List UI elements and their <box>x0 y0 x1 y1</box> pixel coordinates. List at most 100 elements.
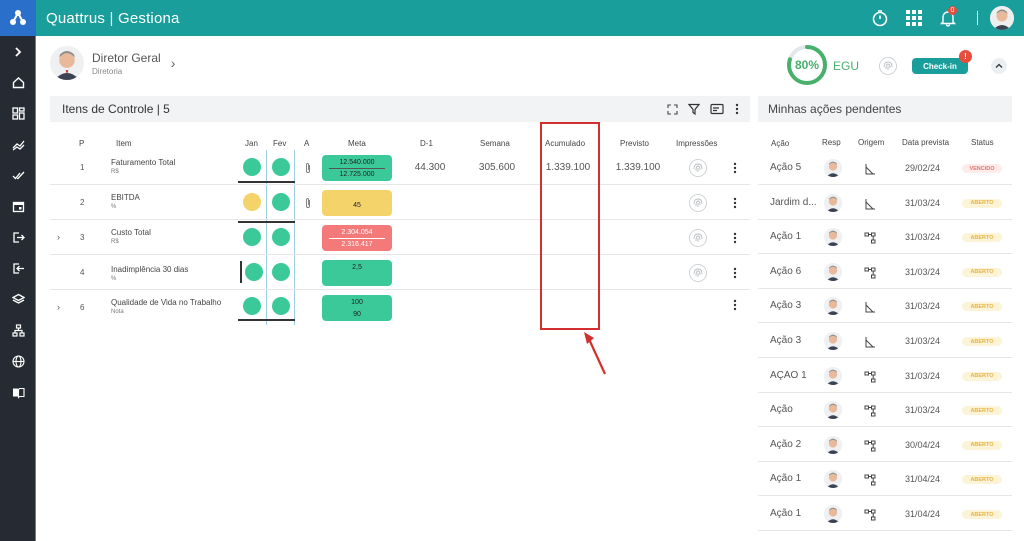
sidebar-item-globe[interactable] <box>0 346 36 377</box>
action-name[interactable]: Ação 1 <box>770 508 816 519</box>
status-dot-fev[interactable] <box>272 297 290 315</box>
more-vertical-icon[interactable] <box>732 267 738 279</box>
meta-box[interactable]: 45 <box>322 190 392 216</box>
row-item-name[interactable]: Faturamento Total <box>111 158 175 167</box>
action-row[interactable]: Ação 1 31/04/24 ABERTO <box>758 497 1012 531</box>
action-name[interactable]: Ação 5 <box>770 162 816 173</box>
card-view-icon[interactable] <box>710 103 724 115</box>
action-row[interactable]: Ação 1 31/03/24 ABERTO <box>758 220 1012 255</box>
action-due-date: 31/03/24 <box>905 301 941 312</box>
status-dot-fev[interactable] <box>272 228 290 246</box>
column-header-status: Status <box>971 138 994 147</box>
top-user-avatar[interactable] <box>990 6 1014 30</box>
action-row[interactable]: Ação 3 31/03/24 ABERTO <box>758 289 1012 324</box>
sidebar-item-dashboard[interactable] <box>0 98 36 129</box>
table-row[interactable]: 4 Inadimplência 30 dias % 2,5 <box>50 256 750 290</box>
more-vertical-icon[interactable] <box>732 162 738 174</box>
fingerprint-icon[interactable] <box>689 264 707 282</box>
action-origin <box>864 473 876 486</box>
action-name[interactable]: Ação 2 <box>770 439 816 450</box>
meta-box[interactable]: 100 90 <box>322 295 392 321</box>
action-row[interactable]: Ação 1 31/04/24 ABERTO <box>758 462 1012 497</box>
sidebar-item-layers[interactable] <box>0 284 36 315</box>
action-name[interactable]: Ação 1 <box>770 231 816 242</box>
fingerprint-icon[interactable] <box>689 194 707 212</box>
expand-row-button[interactable]: › <box>57 232 60 242</box>
more-vertical-icon[interactable] <box>732 197 738 209</box>
action-name[interactable]: Ação 3 <box>770 335 816 346</box>
table-row[interactable]: 2 EBITDA % 45 <box>50 186 750 220</box>
action-origin <box>864 404 876 417</box>
sidebar-expand[interactable] <box>0 36 36 67</box>
paperclip-icon[interactable] <box>304 162 312 174</box>
stopwatch-button[interactable] <box>863 0 897 36</box>
meta-box[interactable]: 12.540.000 12.725.000 <box>322 155 392 181</box>
more-vertical-icon[interactable] <box>732 299 738 311</box>
action-name[interactable]: AÇÃO 1 <box>770 370 816 381</box>
avatar-icon <box>824 401 842 420</box>
chevron-up-icon <box>995 63 1003 68</box>
stopwatch-icon <box>872 10 888 27</box>
action-row[interactable]: Ação 6 31/03/24 ABERTO <box>758 255 1012 289</box>
action-name[interactable]: Ação 6 <box>770 266 816 277</box>
status-dot-jan[interactable] <box>245 263 263 281</box>
action-row[interactable]: Jardim d... 31/03/24 ABERTO <box>758 186 1012 220</box>
status-dot-fev[interactable] <box>272 263 290 281</box>
app-logo[interactable] <box>0 0 36 36</box>
apps-grid-button[interactable] <box>897 0 931 36</box>
status-dot-jan[interactable] <box>243 297 261 315</box>
action-row[interactable]: Ação 31/03/24 ABERTO <box>758 393 1012 428</box>
status-dot-jan[interactable] <box>243 158 261 176</box>
action-row[interactable]: Ação 3 31/03/24 ABERTO <box>758 324 1012 358</box>
sidebar-item-import[interactable] <box>0 253 36 284</box>
sidebar-item-checks[interactable] <box>0 160 36 191</box>
status-dot-jan[interactable] <box>243 193 261 211</box>
table-row[interactable]: › 6 Qualidade de Vida no Trabalho Nota 1… <box>50 291 750 325</box>
sidebar-item-hierarchy[interactable] <box>0 315 36 346</box>
meta-box[interactable]: 2.304.054 2.316.417 <box>322 225 392 251</box>
action-name[interactable]: Ação 3 <box>770 300 816 311</box>
sidebar-item-export[interactable] <box>0 222 36 253</box>
more-vertical-icon[interactable] <box>732 232 738 244</box>
action-row[interactable]: Ação 2 30/04/24 ABERTO <box>758 428 1012 462</box>
action-name[interactable]: Ação <box>770 404 816 415</box>
analysis-icon <box>865 337 875 348</box>
fingerprint-icon[interactable] <box>689 159 707 177</box>
table-row[interactable]: 1 Faturamento Total R$ 12.540.000 12.725… <box>50 151 750 185</box>
row-item-name[interactable]: Custo Total <box>111 228 151 237</box>
notifications-button[interactable]: 0 <box>931 0 965 36</box>
action-name[interactable]: Jardim d... <box>770 197 816 208</box>
action-due-date: 29/02/24 <box>905 163 941 173</box>
action-row[interactable]: AÇÃO 1 31/03/24 ABERTO <box>758 359 1012 393</box>
sidebar-item-trends[interactable] <box>0 129 36 160</box>
filter-icon[interactable] <box>688 103 700 115</box>
table-row[interactable]: › 3 Custo Total R$ 2.304.054 2.316.417 <box>50 221 750 255</box>
meta-box[interactable]: 2,5 <box>322 260 392 286</box>
row-item-name[interactable]: Inadimplência 30 dias <box>111 265 188 274</box>
expand-icon[interactable] <box>667 103 678 115</box>
sidebar-item-calendar[interactable] <box>0 191 36 222</box>
row-semana: 305.600 <box>478 162 516 173</box>
sidebar-item-book[interactable] <box>0 377 36 408</box>
user-selector[interactable]: Diretor Geral Diretoria › <box>50 46 175 80</box>
paperclip-icon[interactable] <box>304 197 312 209</box>
row-item-name[interactable]: EBITDA <box>111 193 140 202</box>
status-dot-fev[interactable] <box>272 158 290 176</box>
sidebar-item-home[interactable] <box>0 67 36 98</box>
collapse-header-button[interactable] <box>991 58 1007 74</box>
performance-ring[interactable]: 80% <box>786 44 828 86</box>
home-icon <box>12 77 24 89</box>
row-item-name[interactable]: Qualidade de Vida no Trabalho <box>111 298 221 307</box>
action-row[interactable]: Ação 5 29/02/24 VENCIDO <box>758 151 1012 185</box>
fingerprint-icon[interactable] <box>689 229 707 247</box>
action-responsible-avatar <box>824 332 842 350</box>
meta-top-value: 2.304.054 <box>341 228 373 236</box>
action-name[interactable]: Ação 1 <box>770 473 816 484</box>
action-status-badge: ABERTO <box>962 406 1002 416</box>
more-vertical-icon[interactable] <box>734 103 740 115</box>
status-dot-fev[interactable] <box>272 193 290 211</box>
fingerprint-icon[interactable] <box>879 57 897 75</box>
status-dot-jan[interactable] <box>243 228 261 246</box>
performance-label: EGU <box>833 59 860 73</box>
expand-row-button[interactable]: › <box>57 302 60 312</box>
